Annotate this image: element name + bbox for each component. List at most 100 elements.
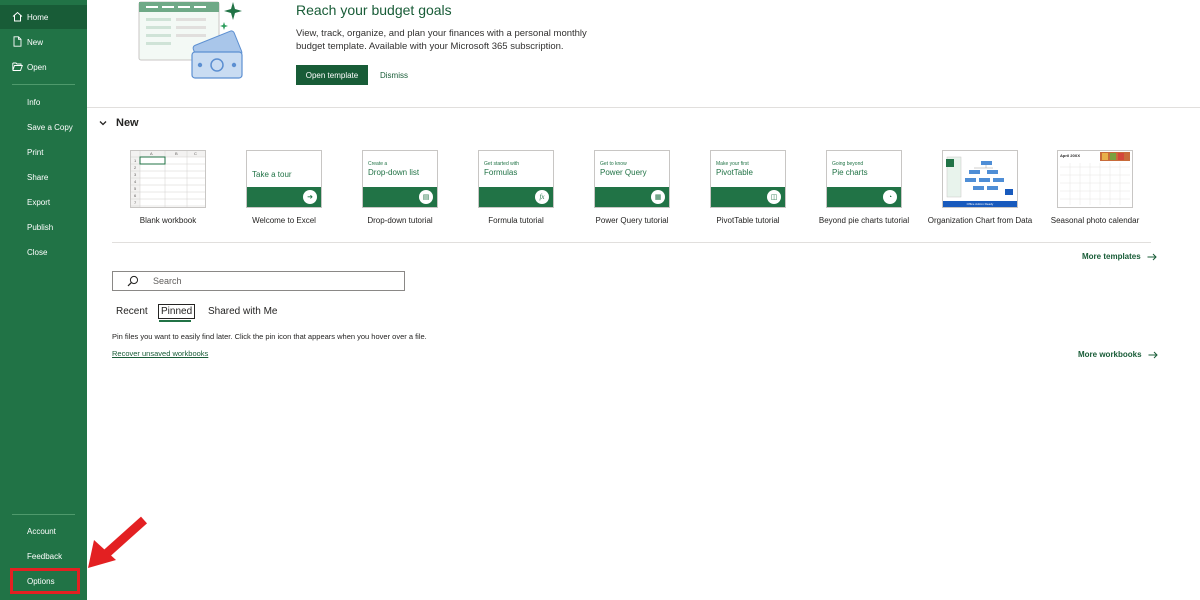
options-highlight-box [10, 568, 80, 594]
sidebar-item-home[interactable]: Home [0, 5, 87, 29]
chevron-down-icon [99, 121, 107, 126]
column-header: A [150, 151, 153, 156]
new-section-label: New [116, 117, 139, 129]
thumbnail-footer: Office Add-in Ready [966, 202, 994, 206]
section-divider [87, 107, 1200, 108]
row-header: 6 [134, 193, 137, 198]
pivot-table-icon: ◫ [767, 190, 781, 204]
more-workbooks-link[interactable]: More workbooks [1078, 350, 1158, 359]
search-box[interactable] [112, 271, 405, 291]
active-tab-indicator [159, 320, 191, 322]
template-thumbnail[interactable]: A B C 1 2 3 4 5 6 7 [130, 150, 206, 208]
pie-chart-icon: ◔ [883, 190, 897, 204]
sidebar-item-label: Open [27, 62, 47, 72]
tab-pinned[interactable]: Pinned [158, 304, 196, 319]
sidebar-divider [12, 514, 75, 515]
sidebar-item-label: Print [27, 147, 44, 157]
sidebar-item-label: New [27, 37, 44, 47]
more-templates-link[interactable]: More templates [1082, 252, 1157, 261]
new-file-icon [13, 36, 22, 47]
template-caption: Power Query tutorial [595, 216, 669, 225]
sidebar-item-feedback[interactable]: Feedback [0, 544, 87, 568]
thumbnail-title: Pie charts [832, 168, 868, 177]
template-caption: Formula tutorial [488, 216, 544, 225]
budget-illustration [138, 1, 243, 79]
template-caption: Beyond pie charts tutorial [818, 216, 910, 225]
function-fx-icon: fx [535, 190, 549, 204]
thumbnail-title: PivotTable [716, 168, 753, 177]
tab-recent[interactable]: Recent [116, 306, 148, 317]
sidebar-item-label: Share [27, 172, 49, 182]
template-thumbnail[interactable]: Going beyond Pie charts ◔ [826, 150, 902, 208]
banner-description: View, track, organize, and plan your fin… [296, 28, 587, 52]
sidebar-item-export[interactable]: Export [0, 190, 87, 214]
sidebar-item-label: Account [27, 526, 56, 536]
sidebar-item-open[interactable]: Open [0, 55, 87, 79]
sidebar-divider [12, 84, 75, 85]
more-templates-label: More templates [1082, 252, 1141, 261]
sidebar-item-close[interactable]: Close [0, 240, 87, 264]
template-caption: Organization Chart from Data [927, 216, 1033, 225]
dismiss-button[interactable]: Dismiss [380, 65, 408, 85]
recover-unsaved-workbooks-link[interactable]: Recover unsaved workbooks [112, 349, 208, 358]
table-icon: ▦ [651, 190, 665, 204]
folder-open-icon [12, 62, 23, 71]
thumbnail-title: Take a tour [252, 170, 292, 179]
open-template-button[interactable]: Open template [296, 65, 368, 85]
arrow-right-icon: ➜ [303, 190, 317, 204]
row-header: 2 [134, 165, 137, 170]
template-thumbnail[interactable]: April 20XX [1057, 150, 1133, 208]
row-header: 1 [134, 158, 137, 163]
template-caption: Welcome to Excel [252, 216, 316, 225]
thumbnail-title: Drop-down list [368, 168, 420, 177]
new-section-header[interactable]: New [98, 117, 139, 129]
template-caption: Seasonal photo calendar [1050, 216, 1140, 225]
org-chart-preview [943, 156, 1017, 207]
calendar-preview [1060, 152, 1130, 205]
thumbnail-title: Formulas [484, 168, 518, 177]
template-thumbnail[interactable]: Get to know Power Query ▦ [594, 150, 670, 208]
row-header: 5 [134, 186, 137, 191]
template-thumbnail[interactable]: Take a tour ➜ [246, 150, 322, 208]
tab-shared-with-me[interactable]: Shared with Me [208, 306, 277, 317]
sidebar-item-label: Info [27, 97, 41, 107]
thumbnail-title: April 20XX [1060, 153, 1081, 158]
pinned-empty-message: Pin files you want to easily find later.… [112, 332, 427, 341]
row-header: 7 [134, 200, 137, 205]
sidebar-item-label: Save a Copy [27, 122, 73, 132]
thumbnail-subtitle: Get started with [484, 161, 520, 167]
red-arrow-annotation [88, 516, 148, 568]
thumbnail-subtitle: Get to know [600, 161, 627, 167]
thumbnail-subtitle: Make your first [716, 161, 749, 167]
blank-sheet-grid [131, 151, 205, 207]
template-thumbnail[interactable]: Office Add-in Ready [942, 150, 1018, 208]
template-thumbnail[interactable]: Make your first PivotTable ◫ [710, 150, 786, 208]
template-caption: Blank workbook [139, 216, 197, 225]
template-caption: PivotTable tutorial [716, 216, 780, 225]
template-thumbnail[interactable]: Create a Drop-down list ▤ [362, 150, 438, 208]
thumbnail-title: Power Query [600, 168, 647, 177]
sidebar-item-publish[interactable]: Publish [0, 215, 87, 239]
template-thumbnail[interactable]: Get started with Formulas fx [478, 150, 554, 208]
sidebar-item-account[interactable]: Account [0, 519, 87, 543]
sidebar-item-label: Close [27, 247, 48, 257]
sidebar-item-label: Feedback [27, 551, 63, 561]
sidebar-item-info[interactable]: Info [0, 90, 87, 114]
arrow-right-icon [1147, 253, 1157, 260]
sidebar-item-share[interactable]: Share [0, 165, 87, 189]
template-caption: Drop-down tutorial [367, 216, 433, 225]
section-divider [112, 242, 1151, 243]
banner-title: Reach your budget goals [296, 2, 452, 18]
search-icon [127, 275, 139, 287]
column-header: B [175, 151, 178, 156]
arrow-right-icon [1148, 351, 1158, 358]
home-icon [12, 11, 23, 22]
thumbnail-subtitle: Create a [368, 161, 388, 167]
thumbnail-subtitle: Going beyond [832, 161, 864, 167]
sidebar-item-save-a-copy[interactable]: Save a Copy [0, 115, 87, 139]
sidebar-item-label: Publish [27, 222, 54, 232]
sidebar-item-print[interactable]: Print [0, 140, 87, 164]
sidebar-item-new[interactable]: New [0, 30, 87, 54]
search-input[interactable] [150, 275, 404, 287]
sidebar-item-label: Export [27, 197, 51, 207]
